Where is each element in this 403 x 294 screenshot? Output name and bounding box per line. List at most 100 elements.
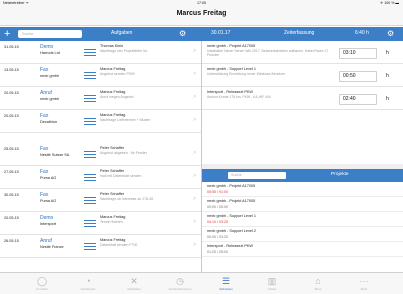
- time-entry-title: next• gmbh - Projekt A17005: [207, 44, 256, 48]
- projects-header: Suche Projekte: [202, 169, 403, 182]
- duration-unit: h: [386, 50, 389, 56]
- project-hours: 00:00 / 05:00: [207, 205, 228, 209]
- tab-label: Aktivitäten: [219, 287, 233, 291]
- duration-unit: h: [386, 96, 389, 102]
- tab-aktivitaeten[interactable]: ✕ Aktivitäten: [114, 273, 154, 294]
- activity-person: Marcus Freitag: [100, 67, 126, 71]
- activity-date: 26.05.15: [4, 239, 19, 243]
- project-row[interactable]: next• gmbh - Support Level 2 00:00 / 03:…: [202, 227, 403, 242]
- activity-customer: Puma AG: [40, 176, 57, 180]
- activity-row[interactable]: 27.05.15 Fax Puma AG Peter Schaffer mail…: [0, 166, 201, 189]
- chevron-right-icon: >: [193, 242, 196, 248]
- dashboard-icon: ◔: [85, 276, 91, 286]
- activity-customer: Intersport: [40, 222, 57, 226]
- activity-row[interactable]: 20.05.15 Fax Decathlon Marcus Freitag Na…: [0, 110, 201, 133]
- opportunities-icon: ◷: [176, 276, 184, 286]
- activity-customer: Nestlé Suisse SA: [40, 153, 70, 157]
- project-list: next• gmbh - Projekt A17005 05:55 / 91:0…: [202, 182, 403, 272]
- activity-customer: Puma AG: [40, 199, 57, 203]
- tab-label: Dashboard: [80, 287, 96, 291]
- settings-gear-icon[interactable]: ⚙: [179, 29, 186, 39]
- activity-type: Fax: [40, 146, 49, 152]
- time-entry-detail: Installation Neuer Server Win 2017, Netz…: [207, 49, 329, 58]
- tab-bar: ◯ Kontakte ◔ Dashboard ✕ Aktivitäten ◷ V…: [0, 272, 403, 294]
- activity-row[interactable]: 20.05.15 Demo Intersport Marcus Freitag …: [0, 212, 201, 235]
- activity-type: Fax: [40, 113, 49, 119]
- activity-row[interactable]: 25.05.15 Fax Nestlé Suisse SA Peter Scha…: [0, 143, 201, 166]
- project-row[interactable]: next• gmbh - Projekt A17005 05:55 / 91:0…: [202, 182, 403, 197]
- project-row[interactable]: next• gmbh - Support Level 1 04:10 / 03:…: [202, 212, 403, 227]
- chevron-right-icon: >: [193, 117, 196, 123]
- page-title: Marcus Freitag: [176, 10, 227, 17]
- tab-kontakte[interactable]: ◯ Kontakte: [22, 273, 62, 294]
- tab-mehr[interactable]: ··· Mehr: [344, 273, 384, 294]
- notes-icon: [84, 151, 96, 158]
- battery-indicator: ✈ 100 % ▬: [380, 1, 399, 5]
- activity-note: mail mit Datenblatt senden: [100, 174, 142, 178]
- activity-type: Fax: [40, 67, 49, 73]
- activity-row[interactable]: 13.05.15 Fax next• gmbh Marcus Freitag A…: [0, 64, 201, 87]
- activity-customer: next• gmbh: [40, 97, 60, 101]
- activity-type: Anruf: [40, 90, 52, 96]
- activity-person: Marcus Freitag: [100, 238, 126, 242]
- chart-icon: ▥: [267, 276, 277, 286]
- time-entry-detail: Amnon Kunde 175 km, PKW - KA-WF 444: [207, 95, 271, 99]
- time-entry-row[interactable]: next• gmbh - Support Level 1 Unterstützu…: [202, 64, 403, 87]
- project-hours: 04:10 / 03:20: [207, 220, 228, 224]
- activity-row[interactable]: 30.05.15 Fax Puma AG Peter Schaffer Nach…: [0, 189, 201, 212]
- time-entry-detail: Unterstützung Einrichtung neuer Windows-…: [207, 72, 286, 76]
- project-row[interactable]: next• gmbh - Projekt A17005 00:00 / 05:0…: [202, 197, 403, 212]
- tab-shop[interactable]: ⌂ Shop: [298, 273, 338, 294]
- more-icon: ···: [359, 276, 369, 286]
- activity-date: 20.05.15: [4, 216, 19, 220]
- activity-type: Demo: [40, 215, 54, 221]
- aufgaben-label: Aufgaben: [111, 30, 133, 36]
- time-entry-row[interactable]: next• gmbh - Projekt A17005 Installation…: [202, 41, 403, 64]
- notes-icon: [84, 95, 96, 102]
- notes-icon: [84, 174, 96, 181]
- activity-date: 25.05.15: [4, 147, 19, 151]
- project-search-input[interactable]: Suche: [228, 172, 286, 179]
- project-hours: 01:25 / 05:00: [207, 250, 228, 254]
- title-bar: Marcus Freitag: [0, 6, 403, 26]
- chevron-right-icon: >: [193, 94, 196, 100]
- date-label[interactable]: 30.01.17: [211, 30, 230, 36]
- tab-aktivitaeten-list[interactable]: ☰ Aktivitäten: [206, 273, 246, 294]
- activity-date: 30.05.15: [4, 193, 19, 197]
- activity-date: 20.05.15: [4, 91, 19, 95]
- activity-note: Anruf wegen Angebot: [100, 95, 134, 99]
- time-settings-gear-icon[interactable]: ⚙: [387, 29, 394, 39]
- activity-row[interactable]: 31.05.15 Demo Harrods Ltd Thomas Klein N…: [0, 41, 201, 64]
- project-title: next• gmbh - Support Level 1: [207, 214, 257, 218]
- activity-person: Thomas Klein: [100, 44, 124, 48]
- tab-artikel[interactable]: ▥ Artikel: [252, 273, 292, 294]
- chevron-right-icon: >: [193, 196, 196, 202]
- activity-person: Peter Schaffer: [100, 146, 125, 150]
- tab-dashboard[interactable]: ◔ Dashboard: [68, 273, 108, 294]
- duration-field[interactable]: 02:40: [339, 94, 377, 105]
- activity-row[interactable]: 20.05.15 Anruf next• gmbh Marcus Freitag…: [0, 87, 201, 110]
- activity-type: Anruf: [40, 238, 52, 244]
- notes-icon: [84, 118, 96, 125]
- time-entry-row[interactable]: Intersport - Releasezt PKW Amnon Kunde 1…: [202, 87, 403, 110]
- project-row[interactable]: Intersport - Releasezt PKW 01:25 / 05:00: [202, 242, 403, 257]
- add-icon[interactable]: +: [4, 28, 10, 40]
- search-input[interactable]: Suche: [18, 30, 82, 38]
- project-title: next• gmbh - Projekt A17005: [207, 199, 256, 203]
- activity-date: 13.05.15: [4, 68, 19, 72]
- duration-field[interactable]: 03:10: [339, 48, 377, 59]
- activity-customer: Nestlé France: [40, 245, 64, 249]
- notes-icon: [84, 197, 96, 204]
- tab-verkaufschancen[interactable]: ◷ Verkaufschancen: [160, 273, 200, 294]
- bag-icon: ⌂: [315, 276, 321, 286]
- activity-row[interactable]: 26.05.15 Anruf Nestlé France Marcus Frei…: [0, 235, 201, 258]
- contacts-icon: ◯: [36, 276, 48, 286]
- activity-type: Fax: [40, 192, 49, 198]
- list-icon: ☰: [221, 276, 231, 286]
- activity-person: Peter Schaffer: [100, 192, 125, 196]
- notes-icon: [84, 243, 96, 250]
- activity-date: 31.05.15: [4, 45, 19, 49]
- activity-list: 31.05.15 Demo Harrods Ltd Thomas Klein N…: [0, 41, 201, 272]
- notes-icon: [84, 72, 96, 79]
- duration-field[interactable]: 00:50: [339, 71, 377, 82]
